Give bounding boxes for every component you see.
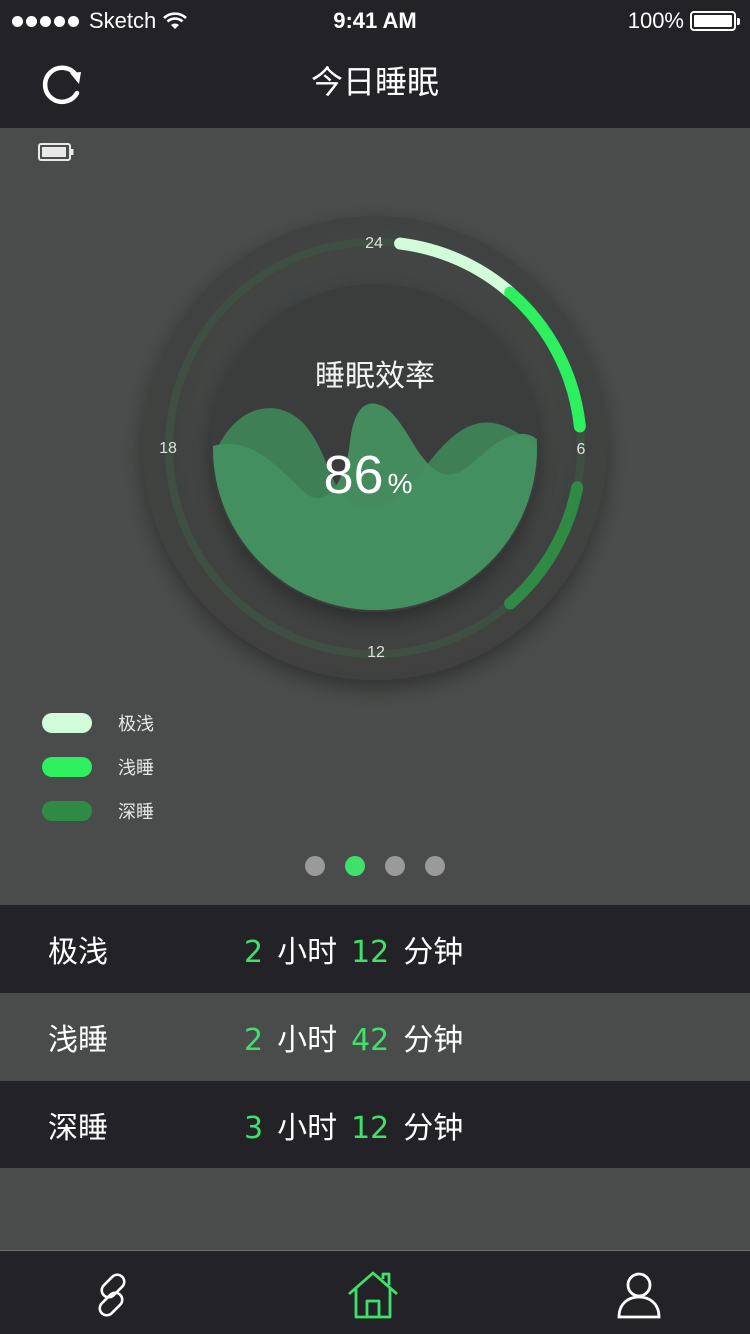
legend-item: 浅睡 bbox=[42, 757, 154, 779]
page-dot[interactable] bbox=[425, 856, 445, 876]
dial-title: 睡眠效率 bbox=[315, 360, 435, 393]
hour-label-right: 6 bbox=[577, 441, 586, 458]
stat-hours-unit: 小时 bbox=[277, 1023, 338, 1058]
legend-label: 极浅 bbox=[118, 714, 154, 735]
stat-label: 浅睡 bbox=[48, 1023, 108, 1058]
stat-label: 深睡 bbox=[48, 1111, 108, 1146]
stat-row: 浅睡 2 小时 42 分钟 bbox=[0, 993, 750, 1081]
tab-bar bbox=[0, 1250, 750, 1334]
page-indicator[interactable] bbox=[0, 856, 750, 876]
user-icon[interactable] bbox=[611, 1267, 667, 1323]
stat-hours: 2 bbox=[244, 1023, 264, 1058]
legend-swatch bbox=[42, 757, 92, 777]
stat-duration: 2 小时 12 分钟 bbox=[244, 927, 463, 971]
stat-hours-unit: 小时 bbox=[277, 935, 338, 970]
page-dot[interactable] bbox=[305, 856, 325, 876]
sleep-efficiency-dial: 睡眠效率 86% 24 6 12 18 bbox=[143, 216, 607, 680]
dial-unit: % bbox=[388, 468, 413, 499]
page-title: 今日睡眠 bbox=[310, 63, 439, 101]
bottom-spacer bbox=[0, 1168, 750, 1250]
stat-minutes: 12 bbox=[351, 935, 390, 970]
stat-minutes: 42 bbox=[351, 1023, 390, 1058]
legend-label: 深睡 bbox=[118, 802, 154, 823]
stat-duration: 3 小时 12 分钟 bbox=[244, 1103, 463, 1147]
status-bar: Sketch 9:41 AM 100% bbox=[0, 0, 750, 40]
stat-hours: 2 bbox=[244, 935, 264, 970]
stat-hours-unit: 小时 bbox=[277, 1111, 338, 1146]
stat-label: 极浅 bbox=[48, 935, 108, 970]
stat-minutes-unit: 分钟 bbox=[403, 1111, 464, 1146]
dial-value: 86 bbox=[324, 445, 384, 505]
link-icon[interactable] bbox=[84, 1267, 140, 1323]
stat-minutes-unit: 分钟 bbox=[403, 1023, 464, 1058]
page-dot[interactable] bbox=[385, 856, 405, 876]
hour-label-left: 18 bbox=[159, 440, 177, 457]
sleep-dial-panel: 睡眠效率 86% 24 6 12 18 极浅 浅睡 深睡 bbox=[0, 128, 750, 905]
legend-item: 深睡 bbox=[42, 801, 154, 823]
hour-label-top: 24 bbox=[365, 235, 383, 252]
legend-label: 浅睡 bbox=[118, 758, 154, 779]
page-dot[interactable] bbox=[345, 856, 365, 876]
hour-label-bottom: 12 bbox=[367, 644, 385, 661]
stat-minutes: 12 bbox=[351, 1111, 390, 1146]
home-icon[interactable] bbox=[345, 1267, 401, 1323]
legend: 极浅 浅睡 深睡 bbox=[42, 713, 154, 845]
stat-duration: 2 小时 42 分钟 bbox=[244, 1015, 463, 1059]
legend-item: 极浅 bbox=[42, 713, 154, 735]
battery-icon bbox=[690, 11, 740, 31]
stat-row: 深睡 3 小时 12 分钟 bbox=[0, 1081, 750, 1169]
stat-hours: 3 bbox=[244, 1111, 264, 1146]
legend-swatch bbox=[42, 801, 92, 821]
stat-minutes-unit: 分钟 bbox=[403, 935, 464, 970]
nav-bar: 今日睡眠 bbox=[0, 40, 750, 128]
stat-row: 极浅 2 小时 12 分钟 bbox=[0, 905, 750, 993]
status-right: 100% bbox=[627, 8, 740, 34]
legend-swatch bbox=[42, 713, 92, 733]
battery-percent: 100% bbox=[627, 8, 684, 33]
